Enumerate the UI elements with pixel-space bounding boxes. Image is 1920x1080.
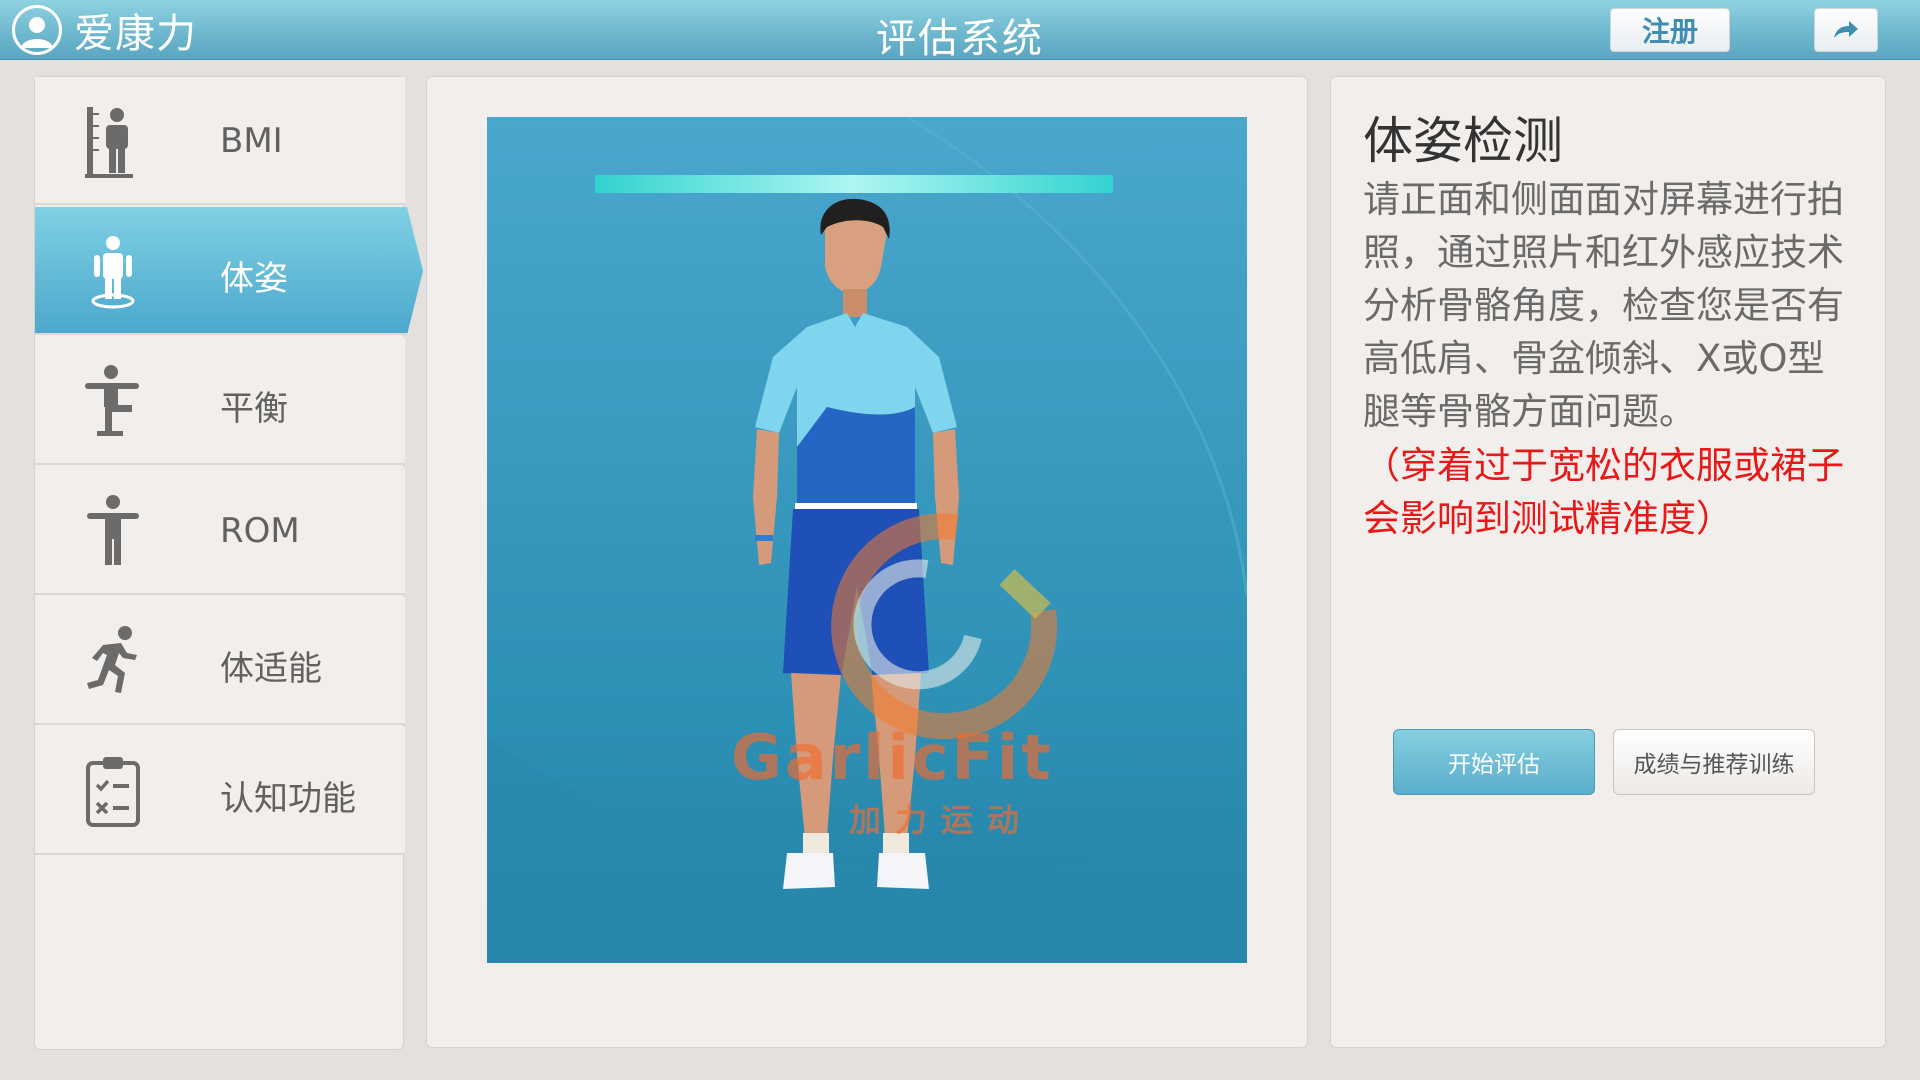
top-bar: 爱康力 评估系统 注册 [0, 0, 1920, 62]
register-button[interactable]: 注册 [1610, 8, 1730, 52]
sidebar-item-balance[interactable]: 平衡 [35, 337, 405, 465]
info-panel: 体姿检测 请正面和侧面面对屏幕进行拍照，通过照片和红外感应技术分析骨骼角度，检查… [1330, 76, 1886, 1048]
results-button[interactable]: 成绩与推荐训练 [1613, 729, 1815, 795]
height-scale-icon [73, 101, 153, 181]
watermark-subtext: 加力运动 [849, 801, 1034, 839]
sidebar-item-fitness[interactable]: 体适能 [35, 597, 405, 725]
sidebar-item-posture[interactable]: 体姿 [35, 207, 423, 335]
share-arrow-icon [1834, 21, 1858, 38]
sidebar-item-label: 认知功能 [220, 779, 356, 819]
warning-note: （穿着过于宽松的衣服或裙子会影响到测试精准度） [1363, 444, 1844, 540]
sidebar-item-rom[interactable]: ROM [35, 467, 405, 595]
page-title: 体姿检测 [1363, 112, 1563, 170]
share-button[interactable] [1814, 8, 1878, 52]
camera-stage: GarlicFit 加力运动 [487, 117, 1247, 963]
start-assessment-button[interactable]: 开始评估 [1393, 729, 1595, 795]
balance-icon [73, 361, 153, 441]
sidebar-item-label: BMI [220, 121, 283, 161]
running-icon [73, 621, 153, 701]
posture-icon [73, 231, 153, 311]
sidebar-item-label: 体姿 [220, 259, 288, 299]
sidebar-item-bmi[interactable]: BMI [35, 77, 405, 205]
sidebar-item-label: 平衡 [220, 389, 288, 429]
sidebar-item-label: 体适能 [220, 649, 322, 689]
description-text: 请正面和侧面面对屏幕进行拍照，通过照片和红外感应技术分析骨骼角度，检查您是否有高… [1363, 178, 1844, 433]
preview-panel: GarlicFit 加力运动 [426, 76, 1308, 1048]
watermark-text: GarlicFit [731, 721, 1054, 794]
range-of-motion-icon [73, 491, 153, 571]
checklist-icon [73, 751, 153, 831]
sidebar-item-label: ROM [220, 511, 300, 551]
sidebar: BMI 体姿 平衡 ROM 体适能 认知功能 [34, 76, 423, 1050]
sidebar-item-cognitive[interactable]: 认知功能 [35, 727, 405, 855]
